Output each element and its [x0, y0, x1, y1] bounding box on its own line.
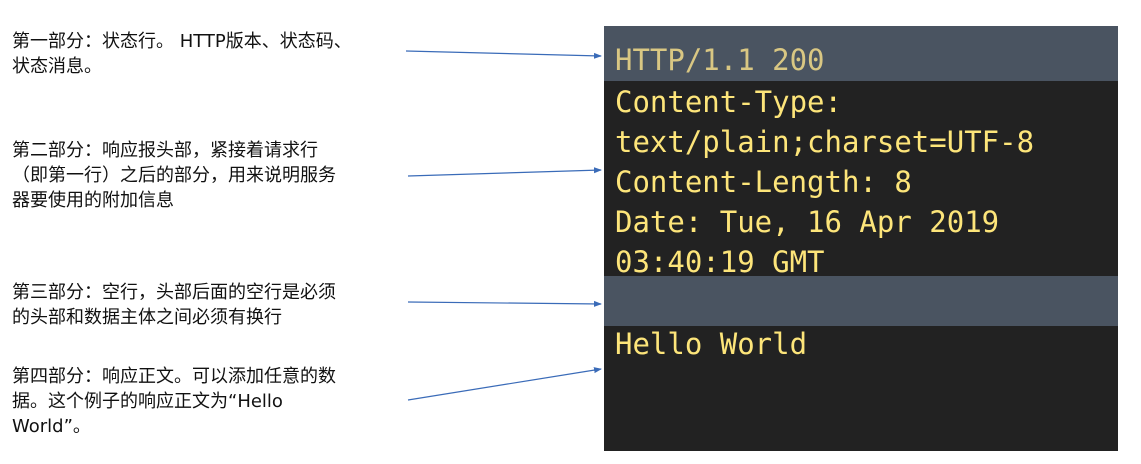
annotation-status-line: 第一部分：状态行。 HTTP版本、状态码、 状态消息。 — [12, 29, 352, 79]
annotation-text-line: 第一部分：状态行。 HTTP版本、状态码、 — [12, 31, 352, 52]
http-status-line: HTTP/1.1 200 — [615, 43, 825, 77]
annotation-text-line: 第三部分：空行，头部后面的空行是必须 — [12, 282, 336, 303]
arrow-blank-line — [407, 300, 602, 307]
http-header-line: Content-Length: 8 — [615, 165, 912, 199]
annotation-text-line: World”。 — [12, 416, 91, 437]
http-header-line: 03:40:19 GMT — [615, 245, 825, 279]
annotation-text-line: 状态消息。 — [12, 56, 102, 77]
annotation-text-line: （即第一行）之后的部分，用来说明服务 — [12, 165, 336, 186]
arrow-response-headers — [407, 167, 602, 177]
blank-line-highlight — [604, 276, 1118, 326]
http-body-line: Hello World — [615, 327, 808, 361]
arrow-status-line — [405, 50, 602, 59]
arrow-response-body — [407, 367, 602, 401]
http-header-line: Date: Tue, 16 Apr 2019 — [615, 205, 1000, 239]
annotation-text-line: 第二部分：响应报头部，紧接着请求行 — [12, 140, 318, 161]
annotation-text-line: 器要使用的附加信息 — [12, 190, 174, 211]
http-header-line: text/plain;charset=UTF-8 — [615, 125, 1035, 159]
annotation-text-line: 的头部和数据主体之间必须有换行 — [12, 307, 282, 328]
annotation-response-headers: 第二部分：响应报头部，紧接着请求行 （即第一行）之后的部分，用来说明服务 器要使… — [12, 138, 336, 213]
annotation-text-line: 第四部分：响应正文。可以添加任意的数 — [12, 366, 336, 387]
annotation-response-body: 第四部分：响应正文。可以添加任意的数 据。这个例子的响应正文为“Hello Wo… — [12, 364, 336, 439]
annotation-text-line: 据。这个例子的响应正文为“Hello — [12, 391, 283, 412]
http-response-panel: HTTP/1.1 200 Content-Type: text/plain;ch… — [604, 26, 1118, 451]
http-header-line: Content-Type: — [615, 85, 842, 119]
annotation-blank-line: 第三部分：空行，头部后面的空行是必须 的头部和数据主体之间必须有换行 — [12, 280, 336, 330]
